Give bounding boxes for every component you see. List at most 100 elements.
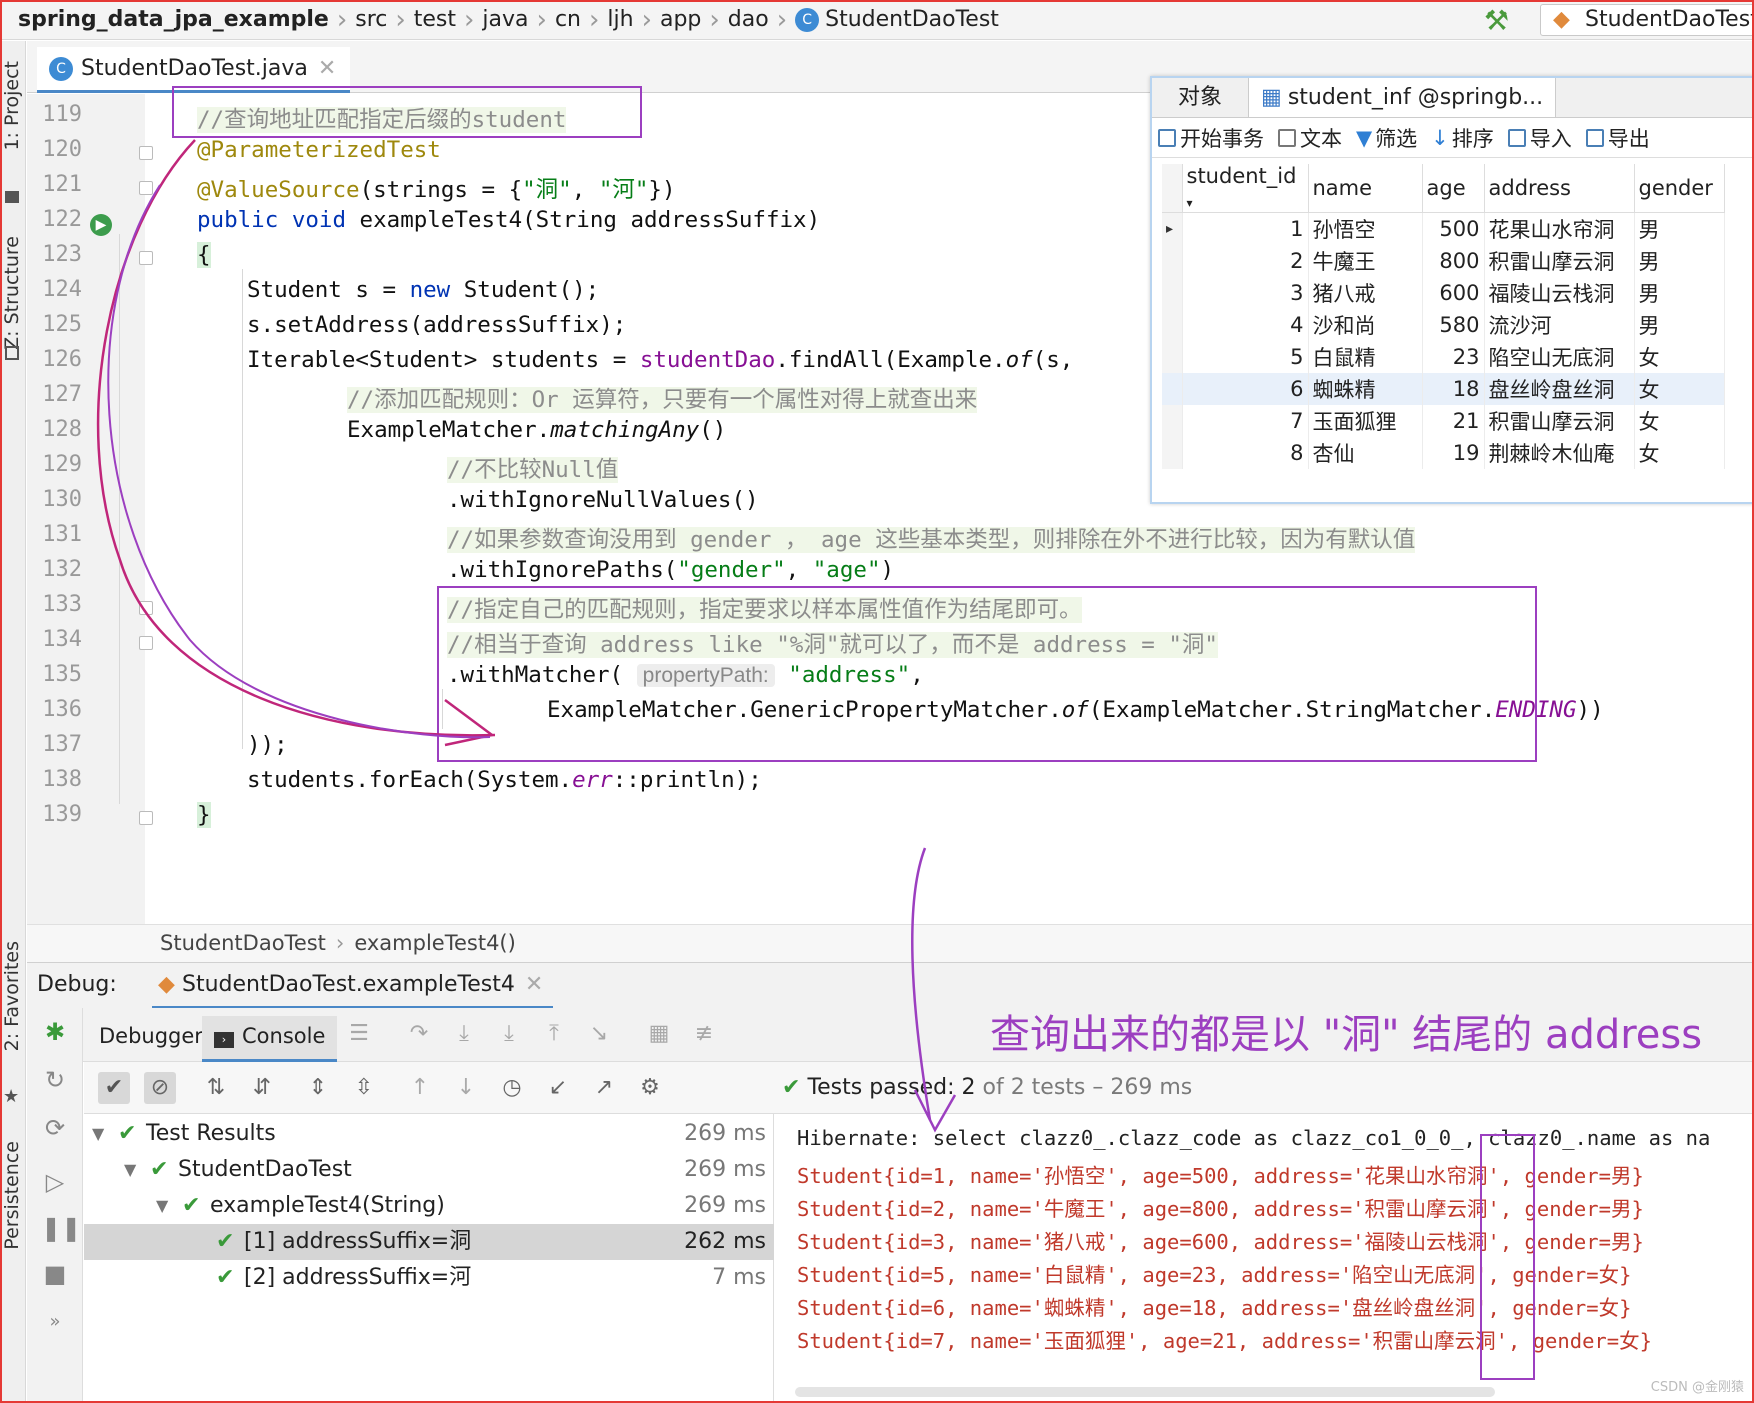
step-over-icon[interactable]: ↷	[407, 1022, 431, 1046]
cell-name[interactable]: 沙和尚	[1308, 308, 1423, 341]
cell-address[interactable]: 积雷山摩云洞	[1484, 404, 1635, 437]
cell-gender[interactable]: 女	[1634, 372, 1725, 405]
step-into-icon[interactable]: ⤓	[452, 1022, 476, 1046]
cell-address[interactable]: 花果山水帘洞	[1484, 212, 1635, 245]
table-row[interactable]: 4 沙和尚 580 流沙河男	[1162, 308, 1725, 341]
cell-address[interactable]: 荆棘岭木仙庵	[1484, 436, 1635, 469]
tree-item-class[interactable]: ▼ ✔ StudentDaoTest 269 ms	[84, 1152, 774, 1188]
stop-icon[interactable]: ■	[41, 1260, 69, 1288]
next-failed-icon[interactable]: ↓	[450, 1072, 482, 1104]
show-passed-icon[interactable]: ✔	[98, 1072, 130, 1104]
sort-button[interactable]: ↓ 排序	[1431, 123, 1494, 153]
cell-student-id[interactable]: 2	[1182, 244, 1309, 277]
run-test-icon[interactable]: ▶	[90, 214, 112, 236]
fold-marker-icon[interactable]	[139, 251, 153, 265]
cell-gender[interactable]: 男	[1634, 212, 1725, 245]
table-row[interactable]: 7 玉面狐狸 21 积雷山摩云洞女	[1162, 404, 1725, 437]
structure-tool-tab[interactable]: Z: Structure	[1, 236, 23, 350]
crumb-cn[interactable]: cn	[547, 7, 589, 32]
data-grid[interactable]: student_id ▾ name age address gender ▸ 1 孙…	[1162, 164, 1725, 469]
cell-name[interactable]: 杏仙	[1308, 436, 1423, 469]
expand-arrow-icon[interactable]: ▼	[124, 1152, 136, 1188]
fold-marker-icon[interactable]	[139, 146, 153, 160]
export-button[interactable]: 导出	[1585, 123, 1650, 153]
text-button[interactable]: 文本	[1278, 123, 1342, 153]
cell-name[interactable]: 蜘蛛精	[1308, 372, 1423, 405]
debug-session-tab[interactable]: ◆ StudentDaoTest.exampleTest4 ✕	[152, 963, 554, 1009]
begin-transaction-button[interactable]: 开始事务	[1158, 123, 1264, 153]
column-header-address[interactable]: address	[1484, 164, 1635, 213]
crumb-java[interactable]: java	[474, 7, 536, 32]
crumb-app[interactable]: app	[652, 7, 709, 32]
crumb-src[interactable]: src	[347, 7, 395, 32]
pause-icon[interactable]: ❚❚	[41, 1214, 81, 1242]
cell-age[interactable]: 600	[1422, 276, 1485, 309]
table-row[interactable]: 5 白鼠精 23 陷空山无底洞女	[1162, 340, 1725, 373]
cell-gender[interactable]: 男	[1634, 276, 1725, 309]
cell-student-id[interactable]: 8	[1182, 436, 1309, 469]
cell-age[interactable]: 800	[1422, 244, 1485, 277]
expand-arrow-icon[interactable]: ▼	[156, 1188, 168, 1224]
cell-name[interactable]: 牛魔王	[1308, 244, 1423, 277]
cell-gender[interactable]: 女	[1634, 404, 1725, 437]
cell-age[interactable]: 19	[1422, 436, 1485, 469]
cell-gender[interactable]: 男	[1634, 308, 1725, 341]
cell-age[interactable]: 21	[1422, 404, 1485, 437]
resume-icon[interactable]: ▷	[41, 1168, 69, 1196]
tab-objects[interactable]: 对象	[1152, 78, 1250, 117]
fold-marker-icon[interactable]	[139, 636, 153, 650]
close-icon[interactable]: ✕	[525, 972, 543, 997]
rerun-failed-icon[interactable]: ⟳	[41, 1114, 69, 1142]
cell-address[interactable]: 盘丝岭盘丝洞	[1484, 372, 1635, 405]
tree-item-method[interactable]: ▼ ✔ exampleTest4(String) 269 ms	[84, 1188, 774, 1224]
cell-address[interactable]: 福陵山云栈洞	[1484, 276, 1635, 309]
cell-name[interactable]: 猪八戒	[1308, 276, 1423, 309]
persistence-tool-tab[interactable]: Persistence	[1, 1141, 23, 1250]
table-row[interactable]: 8 杏仙 19 荆棘岭木仙庵女	[1162, 436, 1725, 469]
crumb-ljh[interactable]: ljh	[599, 7, 641, 32]
cell-student-id[interactable]: 5	[1182, 340, 1309, 373]
column-header-name[interactable]: name	[1308, 164, 1423, 213]
menu-icon[interactable]: ☰	[347, 1022, 371, 1046]
tree-item-test-results[interactable]: ▼ ✔ Test Results 269 ms	[84, 1116, 774, 1152]
console-output[interactable]: Hibernate: select clazz0_.clazz_code as …	[775, 1114, 1754, 1403]
cell-student-id[interactable]: 4	[1182, 308, 1309, 341]
table-row[interactable]: 2 牛魔王 800 积雷山摩云洞男	[1162, 244, 1725, 277]
tab-student-inf[interactable]: ▦ student_inf @springb...	[1249, 78, 1557, 117]
more-icon[interactable]: »	[41, 1308, 69, 1336]
evaluate-icon[interactable]: ▦	[647, 1022, 671, 1046]
favorites-tool-tab[interactable]: 2: Favorites	[1, 941, 23, 1051]
column-header-gender[interactable]: gender	[1634, 164, 1725, 213]
import-button[interactable]: 导入	[1507, 123, 1572, 153]
cell-student-id[interactable]: 6	[1182, 372, 1309, 405]
crumb-test[interactable]: test	[406, 7, 464, 32]
crumb-dao[interactable]: dao	[720, 7, 777, 32]
cell-name[interactable]: 白鼠精	[1308, 340, 1423, 373]
crumb-class[interactable]: C StudentDaoTest	[787, 7, 1007, 32]
tab-debugger[interactable]: Debugger	[87, 1016, 215, 1062]
tab-console[interactable]: › Console	[202, 1016, 338, 1062]
close-icon[interactable]: ✕	[318, 56, 336, 81]
table-row[interactable]: 3 猪八戒 600 福陵山云栈洞男	[1162, 276, 1725, 309]
tree-item-case-1[interactable]: ✔ [1] addressSuffix=洞 262 ms	[84, 1224, 774, 1260]
cell-address[interactable]: 流沙河	[1484, 308, 1635, 341]
project-tool-tab[interactable]: 1: Project	[1, 61, 23, 151]
settings-gear-icon[interactable]: ⚙	[634, 1072, 666, 1104]
cell-student-id[interactable]: 1	[1182, 212, 1309, 245]
sort-by-duration-icon[interactable]: ⇵	[246, 1072, 278, 1104]
cell-name[interactable]: 孙悟空	[1308, 212, 1423, 245]
fold-marker-icon[interactable]	[139, 601, 153, 615]
filter-button[interactable]: ▼ 筛选	[1356, 123, 1417, 153]
column-header-student-id[interactable]: student_id ▾	[1182, 164, 1309, 213]
expand-all-icon[interactable]: ⇕	[302, 1072, 334, 1104]
cell-gender[interactable]: 女	[1634, 436, 1725, 469]
column-header-age[interactable]: age	[1422, 164, 1485, 213]
bug-icon[interactable]: ✱	[41, 1018, 69, 1046]
test-history-icon[interactable]: ◷	[496, 1072, 528, 1104]
cell-gender[interactable]: 女	[1634, 340, 1725, 373]
cell-name[interactable]: 玉面狐狸	[1308, 404, 1423, 437]
previous-failed-icon[interactable]: ↑	[404, 1072, 436, 1104]
crumb-class-name[interactable]: StudentDaoTest	[160, 931, 326, 955]
import-tests-icon[interactable]: ↙	[542, 1072, 574, 1104]
cell-age[interactable]: 580	[1422, 308, 1485, 341]
